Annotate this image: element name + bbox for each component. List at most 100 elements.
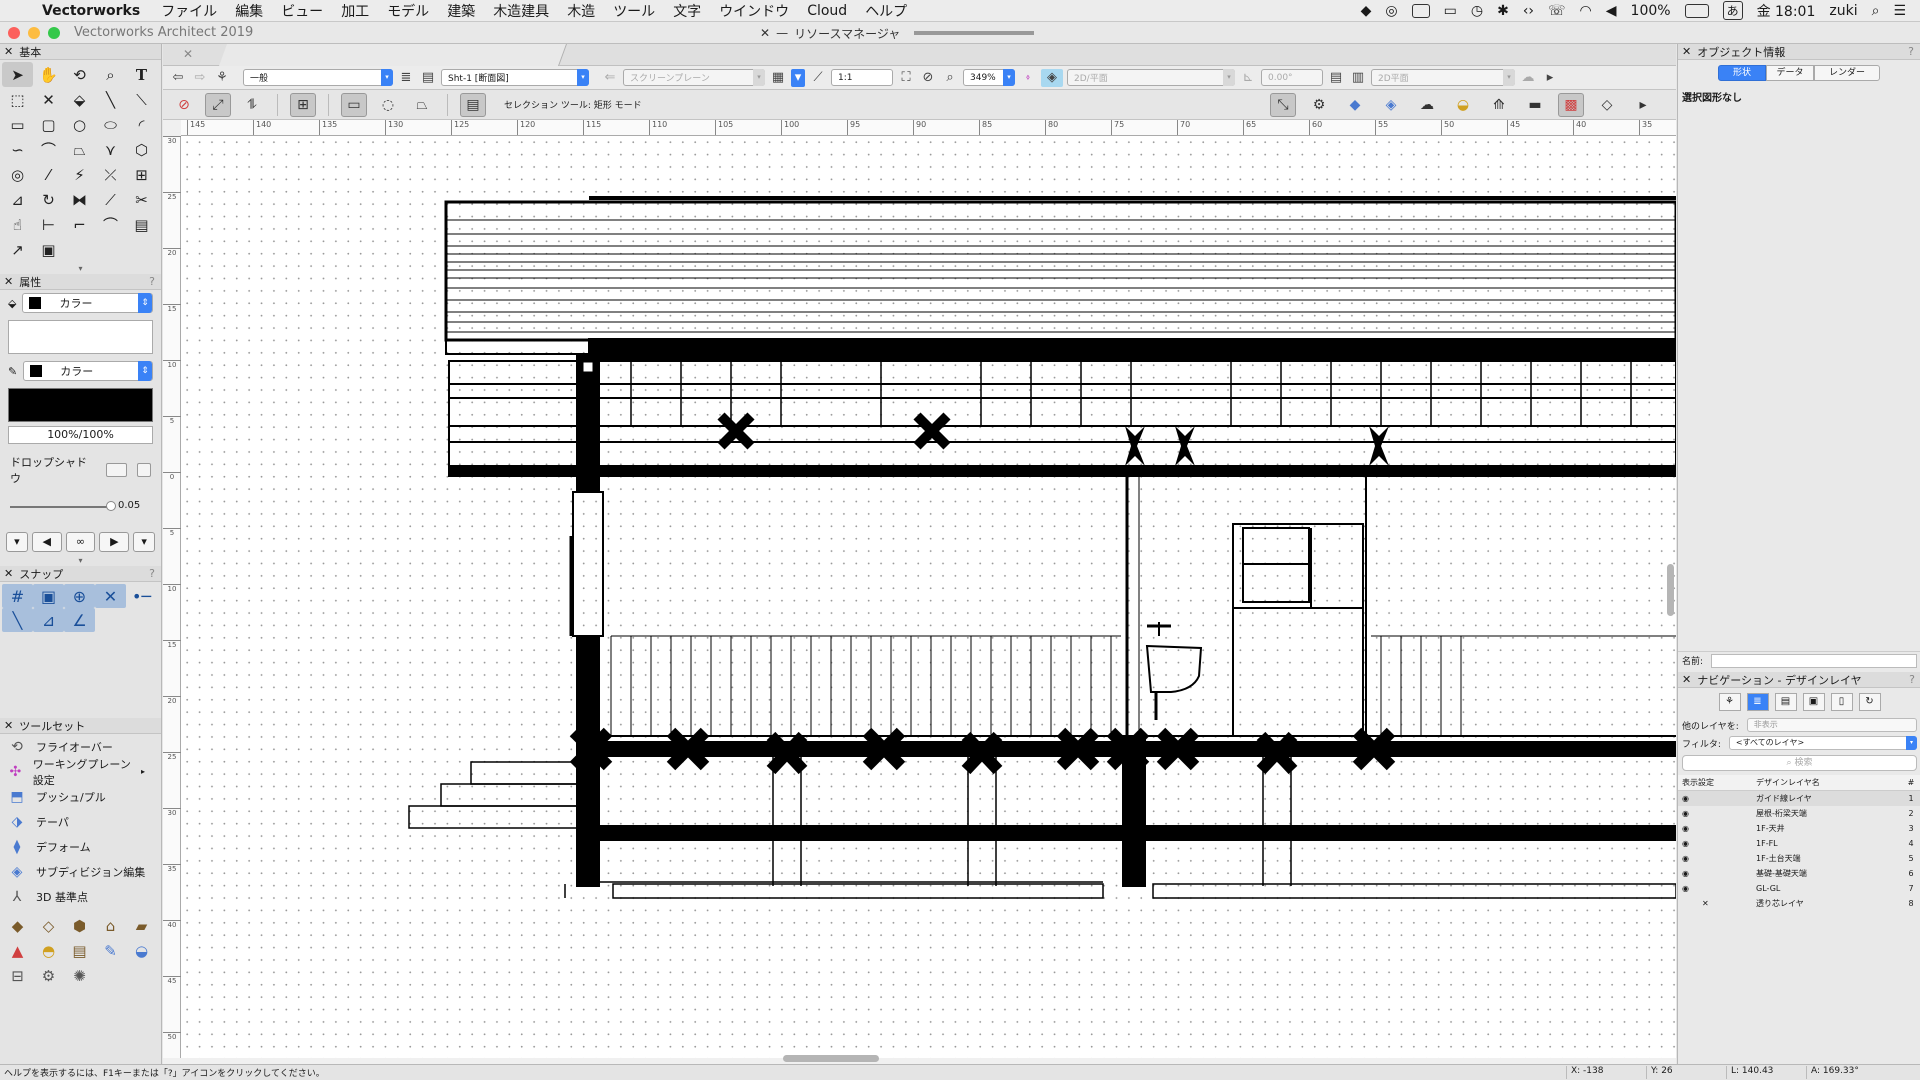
zoom-icon[interactable]: ⌕ bbox=[941, 69, 959, 87]
opacity-field[interactable]: 100%/100% bbox=[8, 426, 153, 444]
measure-tape-icon[interactable]: ⟋ bbox=[809, 69, 827, 87]
angle-icon[interactable]: ⊾ bbox=[1239, 69, 1257, 87]
hidden-x-icon[interactable]: ✕ bbox=[1678, 899, 1756, 908]
rotate-view-icon[interactable]: ⬫ bbox=[1019, 69, 1037, 87]
table-row[interactable]: ◉ 1F-天井 3 bbox=[1678, 821, 1920, 836]
menu-modify[interactable]: 加工 bbox=[332, 1, 378, 21]
forward-arrow-icon[interactable]: ⇨ bbox=[191, 69, 209, 87]
drawing-canvas[interactable] bbox=[181, 136, 1676, 1058]
user-name[interactable]: zuki bbox=[1829, 3, 1857, 19]
help-icon[interactable]: ? bbox=[1908, 45, 1914, 58]
menu-model[interactable]: モデル bbox=[378, 1, 438, 21]
eye-icon[interactable]: ◉ bbox=[1678, 884, 1756, 893]
arc-icon[interactable]: ◜ bbox=[126, 112, 157, 137]
furniture-icon[interactable]: ◒ bbox=[126, 938, 157, 963]
snap-to-grid-icon[interactable]: # bbox=[2, 584, 33, 608]
battery-text[interactable]: 100% bbox=[1631, 3, 1671, 19]
hatch-icon[interactable]: ▬ bbox=[1522, 93, 1548, 117]
layer-visibility-icon[interactable]: ◈ bbox=[1378, 93, 1404, 117]
bluetooth-icon[interactable]: ✱ bbox=[1497, 3, 1509, 19]
magic-wand-icon[interactable]: ⚡ bbox=[64, 162, 95, 187]
volume-icon[interactable]: ◀ bbox=[1606, 3, 1617, 19]
layer-search-input[interactable]: ⌕ 検索 bbox=[1682, 755, 1917, 771]
toolset-item[interactable]: ⧫ デフォーム bbox=[0, 834, 161, 859]
smart-edge-icon[interactable]: ∠ bbox=[64, 608, 95, 632]
clip-icon[interactable]: ▣ bbox=[33, 237, 64, 262]
cabinet-icon[interactable]: ▤ bbox=[64, 938, 95, 963]
align-mode-icon[interactable]: ⊞ bbox=[290, 92, 316, 117]
table-row[interactable]: ◉ GL-GL 7 bbox=[1678, 881, 1920, 896]
polygon-mode-icon[interactable]: ⏢ bbox=[409, 93, 435, 117]
viewport-icon[interactable]: ▤ bbox=[126, 212, 157, 237]
menu-help[interactable]: ヘルプ bbox=[856, 1, 916, 21]
menu-tools[interactable]: ツール bbox=[604, 1, 664, 21]
table-row[interactable]: ◉ 1F-FL 4 bbox=[1678, 836, 1920, 851]
circle-icon[interactable]: ○ bbox=[64, 112, 95, 137]
trim-icon[interactable]: ✂ bbox=[126, 187, 157, 212]
magic-wand-icon[interactable]: ⤡ bbox=[1270, 93, 1296, 117]
eye-icon[interactable]: ◉ bbox=[1678, 794, 1756, 803]
plane-dropdown[interactable]: スクリーンプレーン ▾ bbox=[623, 69, 765, 86]
nav-references-icon[interactable]: ↻ bbox=[1858, 693, 1881, 711]
close-icon[interactable]: ✕ bbox=[4, 45, 13, 58]
site-model-icon[interactable]: ◆ bbox=[2, 913, 33, 938]
tab-data[interactable]: データ bbox=[1766, 65, 1814, 81]
sheet-icon[interactable]: ▦ bbox=[769, 69, 787, 87]
angle-field[interactable]: 0.00° bbox=[1261, 69, 1323, 86]
more-chevron-icon[interactable]: ▸ bbox=[1630, 93, 1656, 117]
column-visibility[interactable]: 表示設定 bbox=[1678, 777, 1756, 788]
close-icon[interactable]: ✕ bbox=[1682, 45, 1691, 58]
toolset-item[interactable]: ◈ サブディビジョン編集 bbox=[0, 859, 161, 884]
lasso-mode-icon[interactable]: ◌ bbox=[375, 93, 401, 117]
screen-icon[interactable] bbox=[1411, 3, 1430, 18]
menu-view[interactable]: ビュー bbox=[272, 1, 332, 21]
clock[interactable]: 金 18:01 bbox=[1757, 1, 1816, 21]
menu-cloud[interactable]: Cloud bbox=[798, 3, 856, 19]
chamfer-icon[interactable]: ⌒ bbox=[95, 212, 126, 237]
eyedropper-icon[interactable]: ⁄ bbox=[33, 162, 64, 187]
dome-icon[interactable]: ◓ bbox=[33, 938, 64, 963]
tab-shape[interactable]: 形状 bbox=[1718, 65, 1766, 81]
horizontal-ruler[interactable]: 145 140 135 130 125 120 115 110 105 100 95 90 85 80 75… bbox=[181, 120, 1676, 136]
double-line-icon[interactable]: ⟍ bbox=[126, 87, 157, 112]
snap-to-intersection-icon[interactable]: ✕ bbox=[95, 584, 126, 608]
link-icon[interactable]: ∞ bbox=[65, 532, 96, 552]
zoom-dropdown[interactable]: 349% ▾ bbox=[963, 69, 1015, 86]
toolset-item[interactable]: ⬒ プッシュ/プル bbox=[0, 784, 161, 809]
menu-wood-fittings[interactable]: 木造建具 bbox=[484, 1, 558, 21]
dropbox-icon[interactable]: ◆ bbox=[1361, 3, 1372, 19]
menu-file[interactable]: ファイル bbox=[152, 1, 226, 21]
spiral-icon[interactable]: ◎ bbox=[2, 162, 33, 187]
table-row[interactable]: ◉ 基礎-基礎天端 6 bbox=[1678, 866, 1920, 881]
render-mode-dropdown[interactable]: 2D平面 ▾ bbox=[1371, 69, 1515, 86]
snap-to-object-icon[interactable]: ▣ bbox=[33, 584, 64, 608]
dimension-icon[interactable]: ⊿ bbox=[2, 187, 33, 212]
wifi-icon[interactable]: ◠ bbox=[1580, 3, 1592, 19]
cloud-render-icon[interactable]: ☁ bbox=[1519, 69, 1537, 87]
settings-icon[interactable]: ✺ bbox=[64, 963, 95, 988]
table-row[interactable]: ✕ 透り芯レイヤ 8 bbox=[1678, 896, 1920, 911]
layer-dropdown[interactable]: Sht-1 [断面図] ▾ bbox=[441, 69, 589, 86]
arrow-end-dropdown[interactable]: ▾ bbox=[133, 532, 156, 552]
render-options-icon[interactable]: ▤ bbox=[1327, 69, 1345, 87]
creative-cloud-icon[interactable]: ◎ bbox=[1385, 3, 1397, 19]
line-weight-slider[interactable]: 0.05 bbox=[10, 500, 151, 514]
close-icon[interactable]: ✕ bbox=[1682, 673, 1691, 686]
plant-icon[interactable]: ⟰ bbox=[1486, 93, 1512, 117]
selection-plus-icon[interactable]: ⤫ bbox=[95, 162, 126, 187]
rounded-rectangle-icon[interactable]: ▢ bbox=[33, 112, 64, 137]
offset-icon[interactable]: ⟋ bbox=[95, 187, 126, 212]
oval-icon[interactable]: ⬭ bbox=[95, 112, 126, 137]
input-method-icon[interactable]: あ bbox=[1722, 1, 1743, 20]
name-field[interactable] bbox=[1711, 653, 1917, 668]
paint-bucket-icon[interactable]: ⬙ bbox=[64, 87, 95, 112]
eye-icon[interactable]: ◉ bbox=[1678, 839, 1756, 848]
notification-center-icon[interactable]: ☰ bbox=[1893, 3, 1906, 19]
nav-saved-views-icon[interactable]: ▯ bbox=[1830, 693, 1853, 711]
plane-arrow-icon[interactable]: ⇐ bbox=[601, 69, 619, 87]
page-dropdown-icon[interactable]: ▾ bbox=[791, 68, 805, 87]
pen-style-dropdown[interactable]: カラー ⇕ bbox=[23, 361, 153, 381]
snap-to-tangent-icon[interactable]: ╲ bbox=[2, 608, 33, 632]
zoom-icon[interactable]: ⌕ bbox=[95, 62, 126, 87]
eye-icon[interactable]: ◉ bbox=[1678, 824, 1756, 833]
